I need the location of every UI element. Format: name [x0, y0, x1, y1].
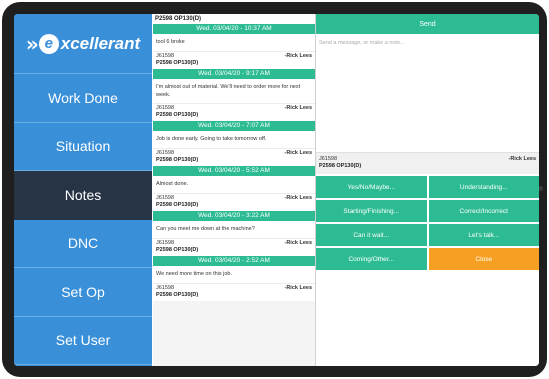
notes-list[interactable]: P2598 OP130(D) Wed. 03/04/20 - 10:37 AM …	[153, 14, 316, 366]
list-item[interactable]: Wed. 03/04/20 - 5:52 AM Almost done. J61…	[153, 166, 315, 211]
note-job: J61598	[156, 150, 175, 156]
sidebar-item-set-op[interactable]: Set Op	[14, 268, 152, 317]
note-job: J61598	[156, 53, 175, 59]
yes-no-maybe-button[interactable]: Yes/No/Maybe...	[316, 176, 427, 198]
sidebar-item-set-user[interactable]: Set User	[14, 317, 152, 365]
note-ref: P2598 OP130(D)	[156, 202, 199, 208]
sidebar-item-dnc[interactable]: DNC	[14, 220, 152, 268]
correct-incorrect-button[interactable]: Correct/Incorrect	[428, 200, 539, 222]
note-ref: P2598 OP130(D)	[156, 247, 199, 253]
note-ref: P2598 OP130(D)	[156, 60, 199, 66]
note-author: -Rick Lees	[284, 53, 312, 59]
note-meta: J61598 -Rick Lees P2598 OP130(D)	[153, 193, 315, 211]
note-job: J61598	[156, 240, 175, 246]
note-meta: J61598 -Rick Lees P2598 OP130(D)	[153, 283, 315, 301]
note-text: Job is done early. Going to take tomorro…	[156, 136, 267, 142]
note-author: -Rick Lees	[284, 150, 312, 156]
sidebar-item-notes[interactable]: Notes	[14, 171, 152, 220]
note-job: J61598	[156, 195, 175, 201]
compose-panel: Send Send a message, or make a note... J…	[316, 14, 539, 366]
brand-logo: » e xcellerant	[14, 14, 152, 74]
logo-x-icon: e	[38, 33, 59, 54]
note-ref: P2598 OP130(D)	[156, 112, 199, 118]
note-job: J61598	[156, 105, 175, 111]
sidebar-item-work-done[interactable]: Work Done	[14, 74, 152, 123]
can-it-wait-button[interactable]: Can it wait...	[316, 224, 427, 246]
note-text: I'm almost out of material. We'll need t…	[156, 84, 301, 98]
note-ref: P2598 OP130(D)	[156, 157, 199, 163]
list-item[interactable]: Wed. 03/04/20 - 10:37 AM tool 6 broke J6…	[153, 24, 315, 69]
message-input[interactable]: Send a message, or make a note...	[316, 34, 539, 152]
list-item[interactable]: Wed. 03/04/20 - 7:07 AM Job is done earl…	[153, 121, 315, 166]
note-date-header: Wed. 03/04/20 - 5:52 AM	[153, 166, 315, 176]
note-date-header: Wed. 03/04/20 - 3:22 AM	[153, 211, 315, 221]
note-text: Can you meet me down at the machine?	[156, 226, 255, 232]
note-date-header: Wed. 03/04/20 - 10:37 AM	[153, 24, 315, 34]
lets-talk-button[interactable]: Let's talk...	[428, 224, 539, 246]
note-date-header: Wed. 03/04/20 - 9:17 AM	[153, 69, 315, 79]
starting-finishing-button[interactable]: Starting/Finishing...	[316, 200, 427, 222]
note-author: -Rick Lees	[284, 105, 312, 111]
understanding-button[interactable]: Understanding...	[428, 176, 539, 198]
note-date-header: Wed. 03/04/20 - 7:07 AM	[153, 121, 315, 131]
note-ref: P2598 OP130(D)	[156, 292, 199, 298]
note-date-header: Wed. 03/04/20 - 2:52 AM	[153, 256, 315, 266]
note-meta: J61598 -Rick Lees P2598 OP130(D)	[153, 103, 315, 121]
logo-text: xcellerant	[60, 33, 141, 53]
note-text: tool 6 broke	[156, 39, 185, 45]
app-screen: » e xcellerant Work Done Situation Notes…	[14, 14, 539, 366]
chevron-logo-icon: »	[25, 31, 39, 56]
list-item[interactable]: Wed. 03/04/20 - 3:22 AM Can you meet me …	[153, 211, 315, 256]
sidebar: » e xcellerant Work Done Situation Notes…	[14, 14, 152, 366]
note-ref: P2598 OP130(D)	[153, 14, 315, 24]
list-item[interactable]: Wed. 03/04/20 - 9:17 AM I'm almost out o…	[153, 69, 315, 121]
list-item[interactable]: Wed. 03/04/20 - 2:52 AM We need more tim…	[153, 256, 315, 301]
tablet-frame: » e xcellerant Work Done Situation Notes…	[2, 2, 547, 377]
note-author: -Rick Lees	[284, 240, 312, 246]
compose-ref: P2598 OP130(D)	[319, 163, 362, 169]
compose-meta: J61598 -Rick Lees P2598 OP130(D)	[316, 152, 539, 174]
note-author: -Rick Lees	[284, 285, 312, 291]
compose-author: -Rick Lees	[508, 156, 536, 162]
coming-other-button[interactable]: Coming/Other...	[316, 248, 427, 270]
note-text: Almost done.	[156, 181, 189, 187]
quick-reply-grid: Yes/No/Maybe... Understanding... Startin…	[316, 174, 539, 272]
note-author: -Rick Lees	[284, 195, 312, 201]
note-job: J61598	[156, 285, 175, 291]
sidebar-item-situation[interactable]: Situation	[14, 123, 152, 171]
compose-job: J61598	[319, 156, 338, 162]
note-text: We need more time on this job.	[156, 271, 233, 277]
close-button[interactable]: Close	[428, 248, 539, 270]
note-meta: J61598 -Rick Lees P2598 OP130(D)	[153, 238, 315, 256]
note-meta: J61598 -Rick Lees P2598 OP130(D)	[153, 148, 315, 166]
note-meta: J61598 -Rick Lees P2598 OP130(D)	[153, 51, 315, 69]
send-button[interactable]: Send	[316, 14, 539, 34]
